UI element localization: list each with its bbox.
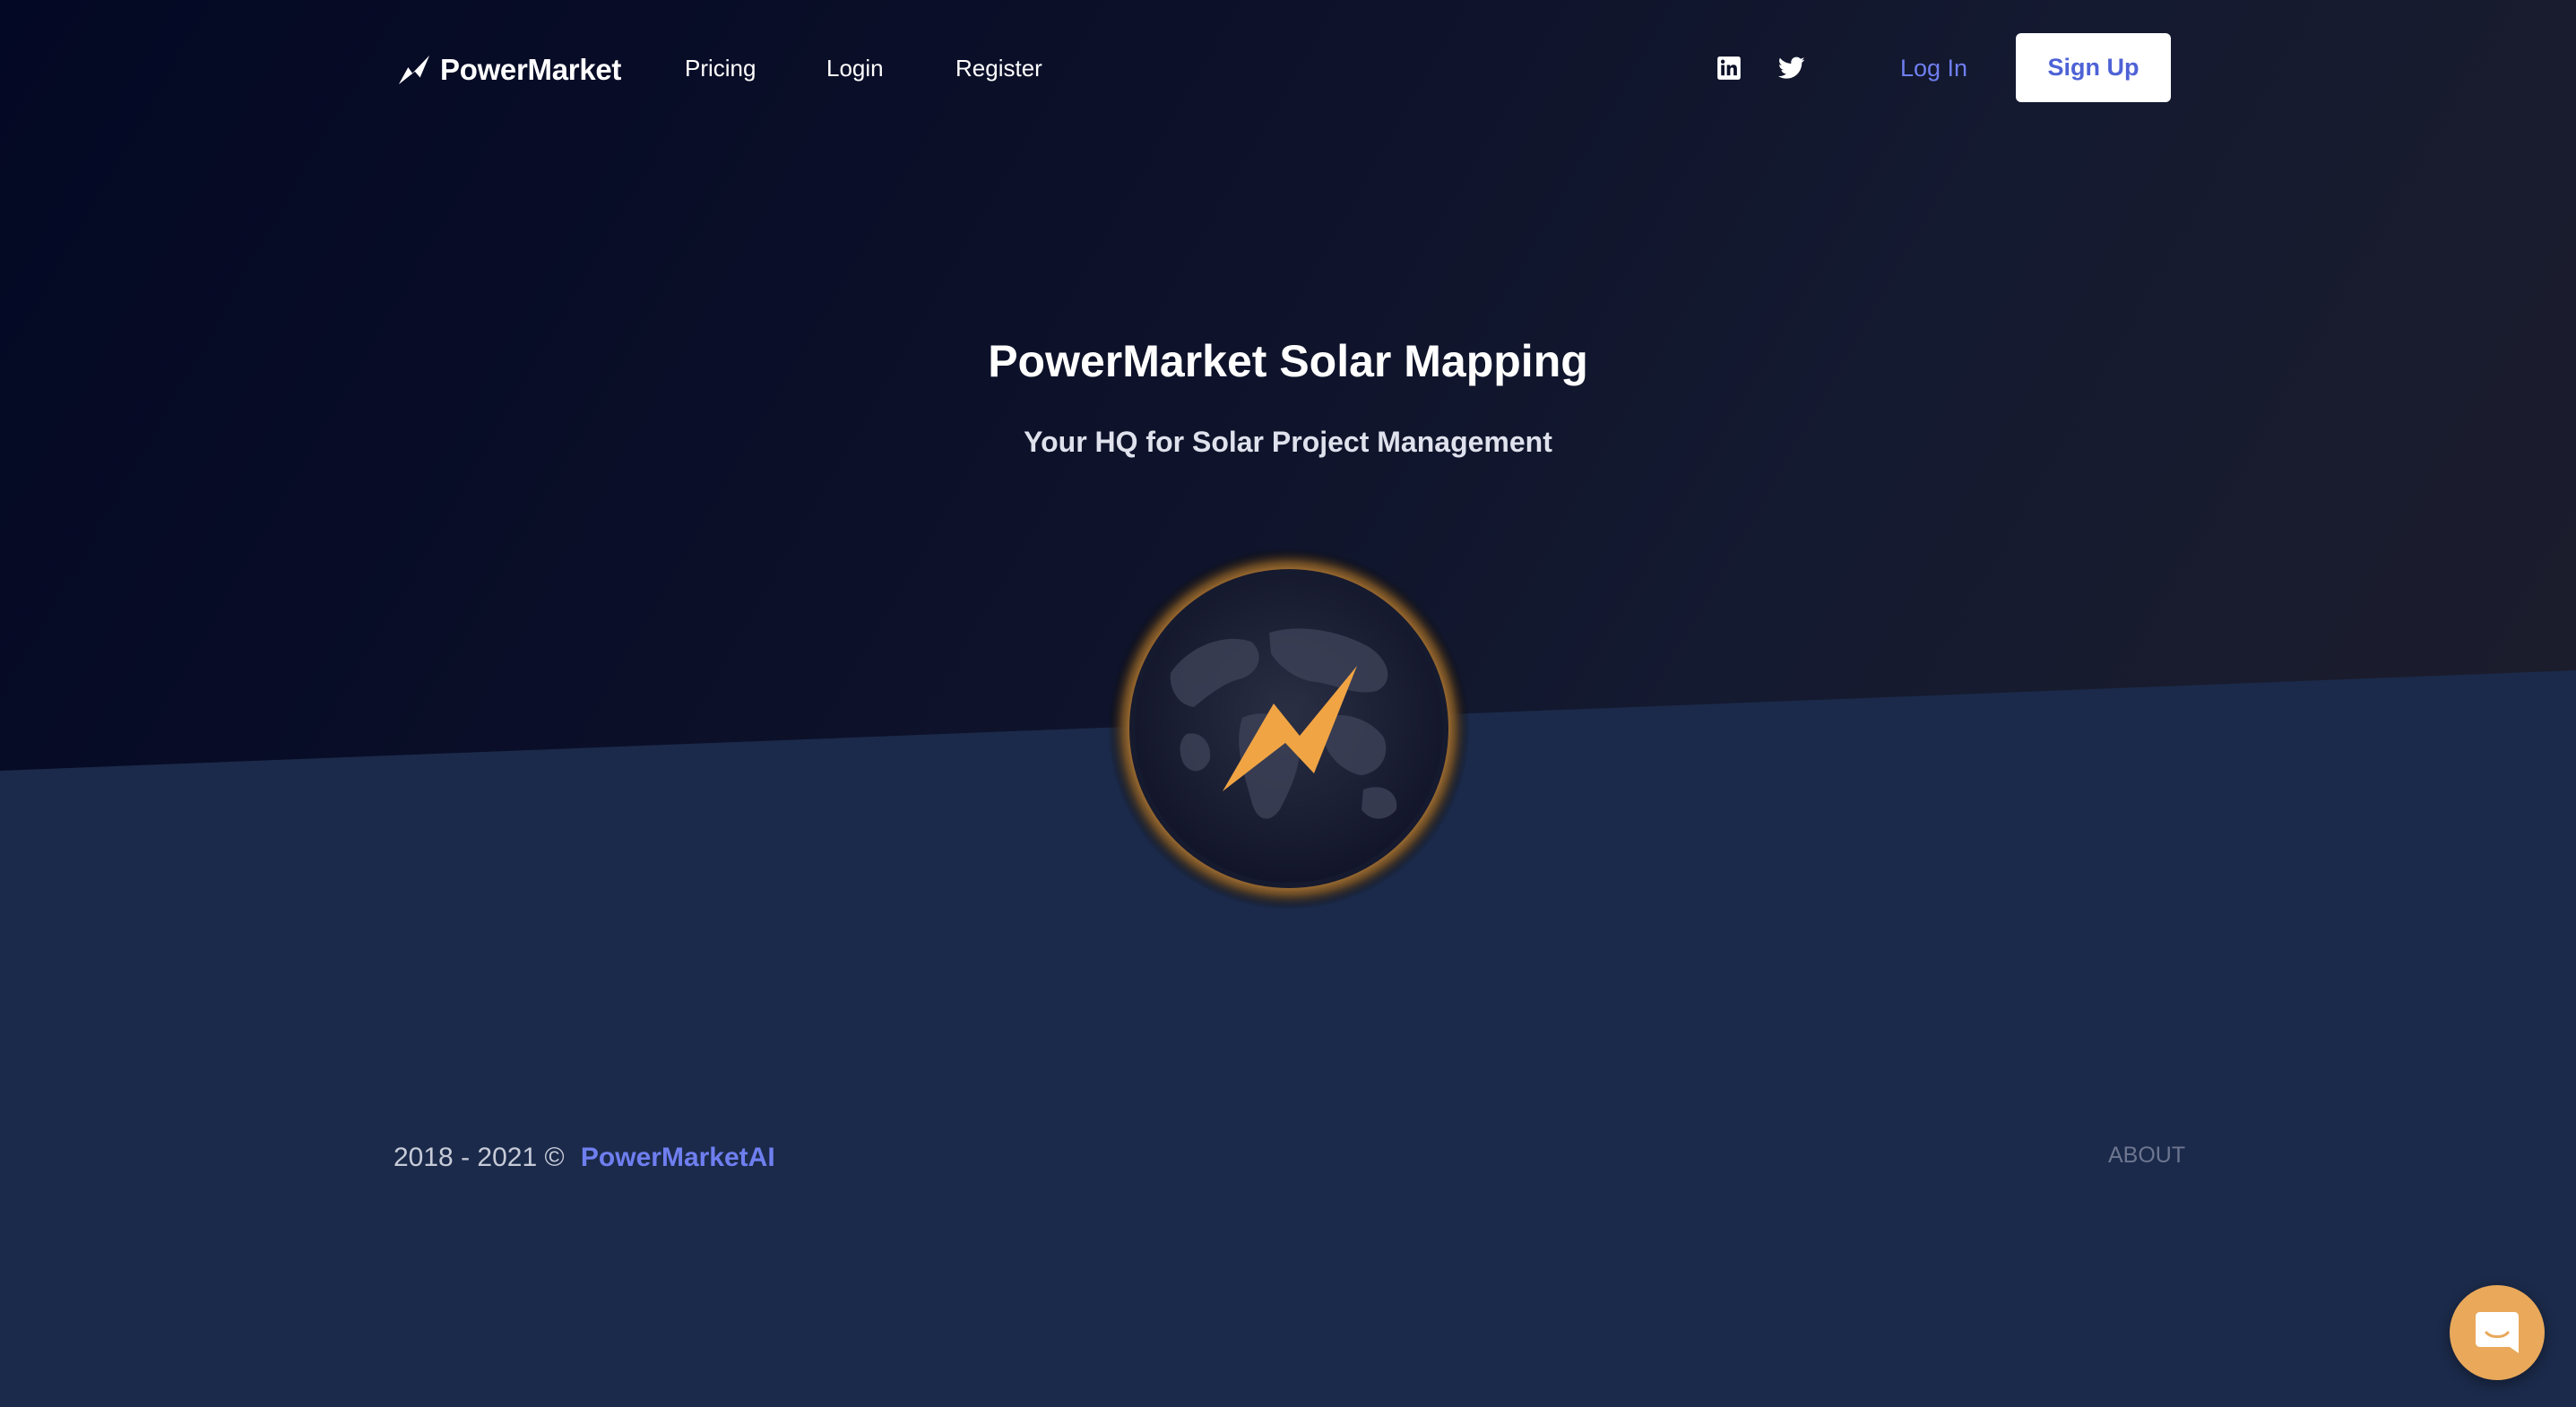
footer-about-link[interactable]: ABOUT [2108, 1140, 2185, 1170]
nav-register[interactable]: Register [955, 50, 1042, 86]
page-subtitle: Your HQ for Solar Project Management [1024, 426, 1552, 458]
brand-name: PowerMarket [440, 53, 622, 86]
footer-brand-link[interactable]: PowerMarketAI [581, 1143, 775, 1172]
bolt-logo-icon [398, 55, 430, 85]
linkedin-icon[interactable] [1714, 53, 1744, 83]
login-button[interactable]: Log In [1900, 50, 1967, 86]
page: PowerMarket Pricing Login Register Log I… [0, 0, 2576, 1407]
footer-copyright: 2018 - 2021 © PowerMarketAI [393, 1140, 775, 1176]
page-title: PowerMarket Solar Mapping [988, 336, 1588, 386]
chat-launcher-button[interactable] [2450, 1285, 2545, 1380]
copyright-text: 2018 - 2021 © [393, 1143, 565, 1172]
brand-logo[interactable]: PowerMarket [397, 50, 621, 90]
globe-lightning-icon [1108, 548, 1470, 910]
chat-bubble-icon [2476, 1312, 2519, 1353]
nav-login[interactable]: Login [826, 50, 884, 86]
twitter-icon[interactable] [1776, 53, 1807, 83]
nav-pricing[interactable]: Pricing [685, 50, 756, 86]
signup-button[interactable]: Sign Up [2016, 33, 2171, 102]
